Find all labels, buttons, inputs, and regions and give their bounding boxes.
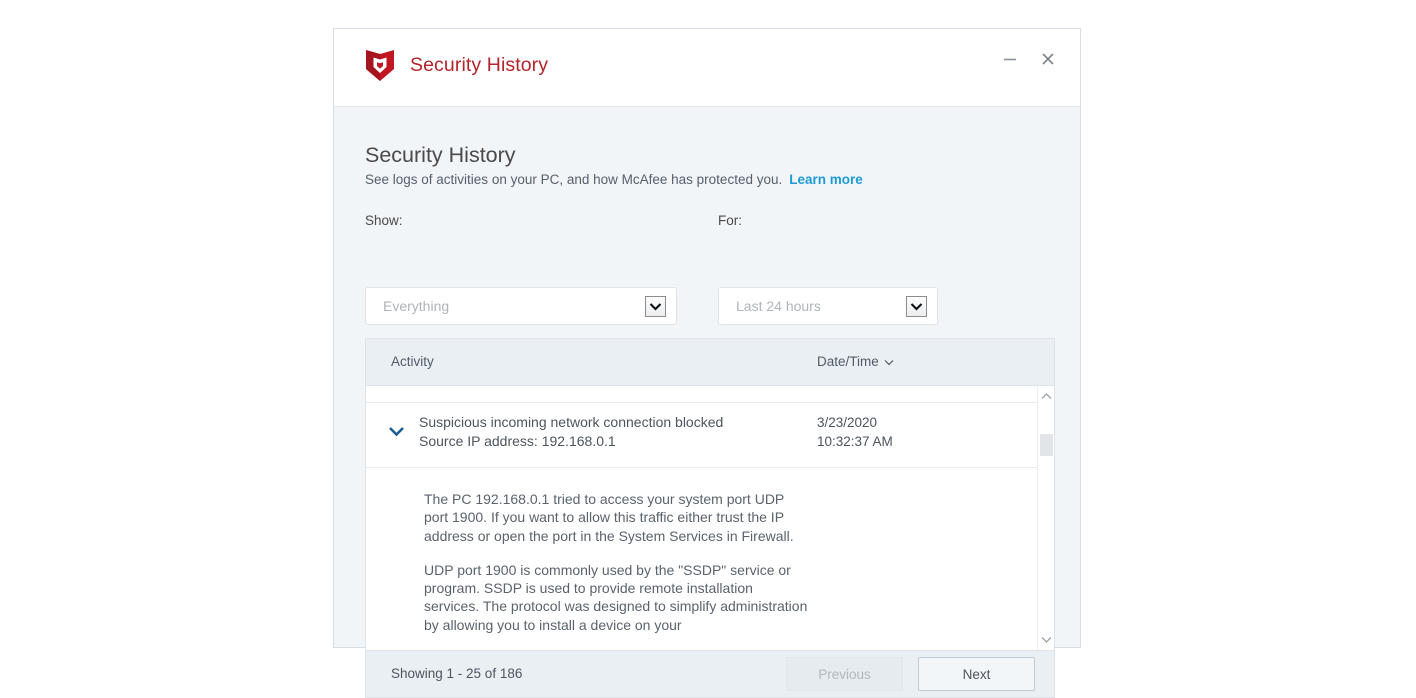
column-header-activity[interactable]: Activity	[391, 354, 434, 369]
row-detail-panel: The PC 192.168.0.1 tried to access your …	[366, 468, 1054, 634]
for-filter-value: Last 24 hours	[736, 298, 821, 314]
page-subtitle: See logs of activities on your PC, and h…	[365, 172, 863, 187]
scroll-up-arrow-icon[interactable]	[1038, 388, 1054, 405]
minimize-icon[interactable]	[996, 45, 1024, 73]
history-table: Activity Date/Time Suspicious incoming n…	[365, 338, 1055, 698]
show-filter-select[interactable]: Everything	[365, 287, 677, 325]
chevron-down-icon[interactable]	[645, 295, 666, 317]
next-button[interactable]: Next	[918, 657, 1035, 691]
mcafee-shield-icon	[365, 49, 395, 82]
table-footer: Showing 1 - 25 of 186 Previous Next	[366, 650, 1054, 697]
scrollbar-thumb[interactable]	[1040, 434, 1053, 456]
page-title: Security History	[365, 143, 516, 167]
show-filter-label: Show:	[365, 213, 403, 228]
row-detail-paragraph-2: UDP port 1900 is commonly used by the "S…	[424, 561, 808, 633]
table-row[interactable]: Suspicious incoming network connection b…	[366, 402, 1054, 468]
window-controls	[996, 45, 1062, 73]
row-date: 3/23/2020	[817, 415, 878, 430]
chevron-down-icon[interactable]	[906, 295, 927, 317]
brand-title: Security History	[410, 54, 549, 76]
table-header: Activity Date/Time	[366, 339, 1054, 386]
row-activity: Suspicious incoming network connection b…	[419, 414, 724, 430]
scroll-down-arrow-icon[interactable]	[1038, 631, 1054, 648]
row-detail-paragraph-1: The PC 192.168.0.1 tried to access your …	[424, 491, 794, 544]
learn-more-link[interactable]: Learn more	[789, 172, 863, 187]
column-header-datetime[interactable]: Date/Time	[817, 354, 894, 369]
subtitle-text: See logs of activities on your PC, and h…	[365, 172, 783, 187]
for-filter-label: For:	[718, 213, 743, 228]
title-bar: Security History	[334, 29, 1080, 107]
expand-chevron-down-icon[interactable]	[388, 424, 405, 442]
show-filter-value: Everything	[383, 298, 450, 314]
showing-count: Showing 1 - 25 of 186	[391, 666, 523, 681]
security-history-window: Security History Security History See lo…	[333, 28, 1081, 698]
column-header-datetime-label: Date/Time	[817, 354, 879, 369]
app-brand: Security History	[365, 49, 548, 82]
row-time: 10:32:37 AM	[817, 434, 893, 449]
table-body: Suspicious incoming network connection b…	[366, 386, 1054, 650]
row-source-ip: Source IP address: 192.168.0.1	[419, 433, 616, 449]
table-scrollbar[interactable]	[1037, 386, 1054, 650]
previous-button[interactable]: Previous	[786, 657, 903, 691]
close-icon[interactable]	[1034, 45, 1062, 73]
for-filter-select[interactable]: Last 24 hours	[718, 287, 938, 325]
sort-chevron-down-icon	[884, 354, 894, 369]
